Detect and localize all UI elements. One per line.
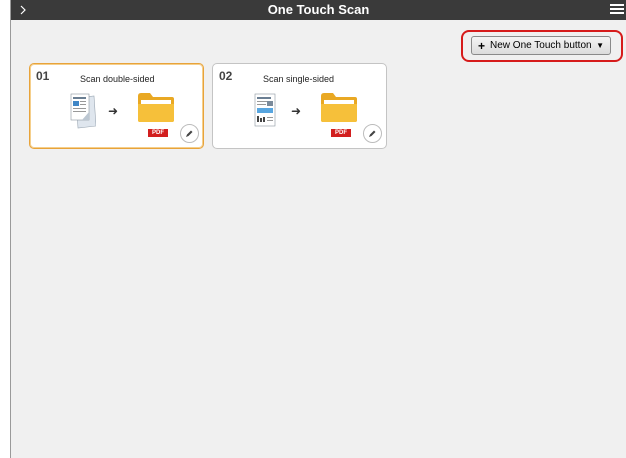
one-touch-card-02[interactable]: 02 Scan single-sided ➜ PDF xyxy=(212,63,387,149)
title-bar: One Touch Scan xyxy=(11,0,626,20)
arrow-right-icon: ➜ xyxy=(108,104,119,118)
app-window: One Touch Scan + New One Touch button ▼ … xyxy=(10,0,626,458)
window-title: One Touch Scan xyxy=(267,2,370,17)
folder-icon xyxy=(321,93,357,122)
pencil-icon xyxy=(369,130,376,137)
one-touch-card-01[interactable]: 01 Scan double-sided ➜ PDF xyxy=(29,63,204,149)
pencil-icon xyxy=(186,130,193,137)
edit-pencil-button[interactable] xyxy=(363,124,382,143)
duplex-document-icon xyxy=(70,93,96,129)
pdf-badge: PDF xyxy=(331,129,351,137)
card-label: Scan double-sided xyxy=(80,74,155,84)
dropdown-caret-icon: ▼ xyxy=(596,41,604,50)
card-number: 02 xyxy=(219,69,233,83)
card-number: 01 xyxy=(36,69,50,83)
card-label: Scan single-sided xyxy=(263,74,335,84)
pdf-badge: PDF xyxy=(148,129,168,137)
folder-icon xyxy=(138,93,174,122)
new-one-touch-button[interactable]: + New One Touch button ▼ xyxy=(471,36,611,55)
new-button-label: New One Touch button xyxy=(490,40,592,51)
hamburger-menu-icon[interactable] xyxy=(610,2,624,16)
arrow-right-icon: ➜ xyxy=(291,104,302,118)
simplex-document-icon xyxy=(254,93,276,127)
edit-pencil-button[interactable] xyxy=(180,124,199,143)
plus-icon: + xyxy=(478,38,486,53)
